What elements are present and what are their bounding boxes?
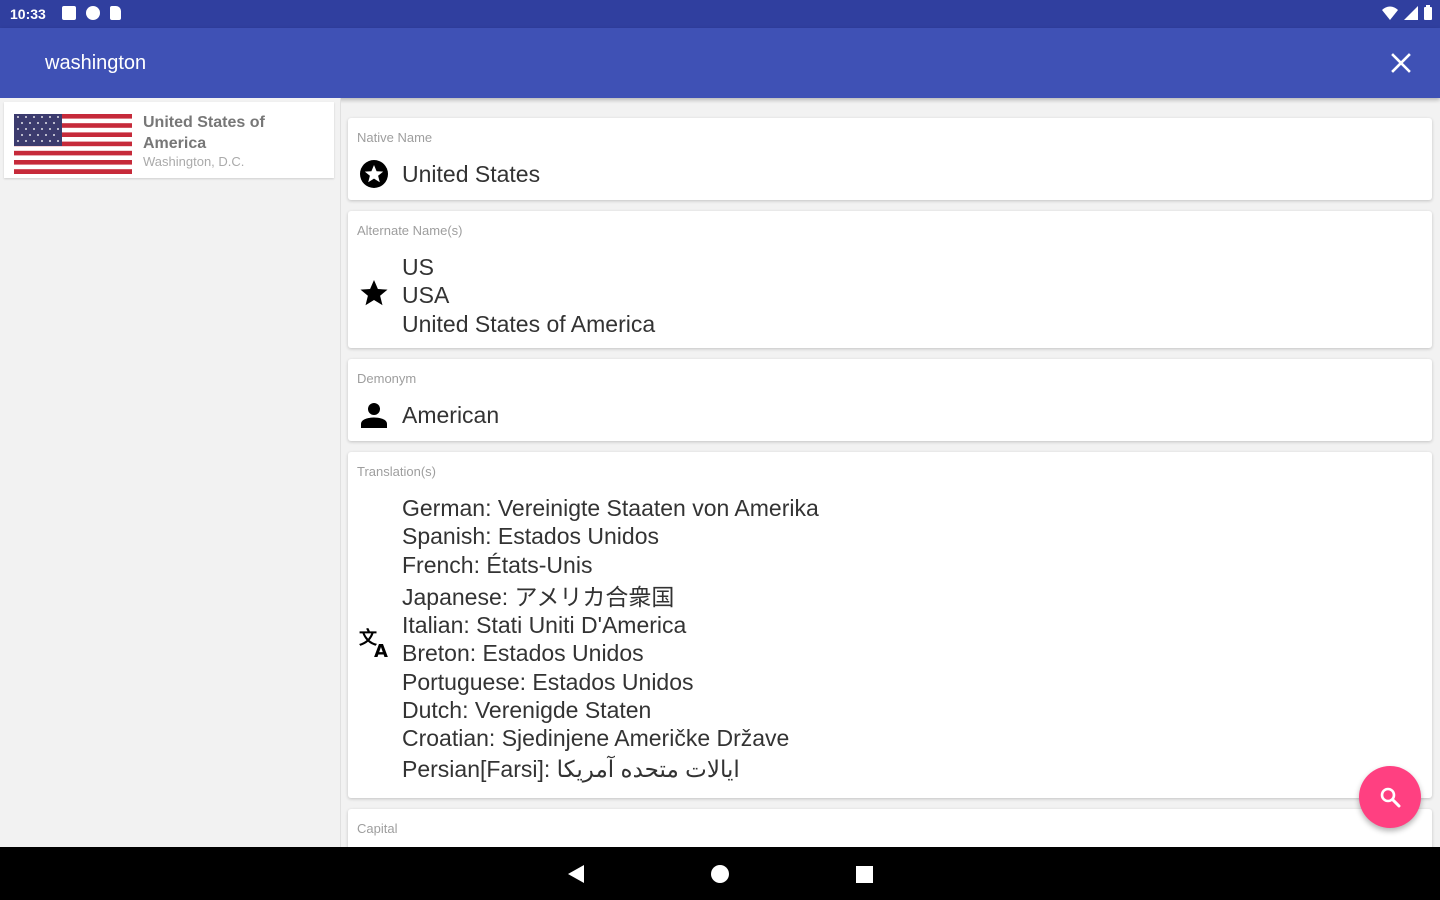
- list-item: United States of America: [402, 310, 656, 337]
- native-name-value: United States: [402, 160, 540, 188]
- back-triangle-icon: [568, 865, 584, 883]
- us-flag-icon: [14, 114, 132, 174]
- native-name-text: United States: [402, 161, 541, 187]
- svg-text:A: A: [374, 641, 388, 659]
- sd-card-icon: [110, 6, 121, 20]
- status-bar: 10:33: [0, 0, 1440, 28]
- battery-icon: [1424, 5, 1432, 20]
- home-circle-icon: [711, 865, 729, 883]
- navigation-bar: [0, 847, 1440, 900]
- list-item[interactable]: United States of America Washington, D.C…: [4, 102, 334, 178]
- search-fab-button[interactable]: [1359, 766, 1421, 828]
- app-bar: washington: [0, 28, 1440, 98]
- search-input[interactable]: washington: [45, 52, 146, 75]
- back-button[interactable]: [565, 863, 587, 885]
- demonym-text: American: [402, 402, 500, 428]
- list-item: Japanese: アメリカ合衆国: [402, 583, 675, 610]
- star-icon: [360, 280, 388, 306]
- country-capital: Washington, D.C.: [143, 154, 245, 169]
- person-icon: [361, 403, 387, 428]
- list-item: USA: [402, 282, 450, 309]
- country-name: United States of America: [143, 114, 265, 152]
- capital-card: Capital: [348, 809, 1432, 847]
- notification-icon: [62, 6, 76, 20]
- translate-icon: 文 A: [359, 627, 388, 659]
- signal-icon: [1404, 5, 1418, 20]
- demonym-label: Demonym: [357, 371, 417, 386]
- wifi-icon: [1382, 6, 1398, 20]
- list-item: Italian: Stati Uniti D'America: [402, 612, 687, 639]
- translations-list: German: Vereinigte Staaten von Amerika S…: [402, 494, 819, 783]
- list-item: Croatian: Sjedinjene Američke Države: [402, 725, 790, 752]
- demonym-card: Demonym American: [348, 359, 1432, 441]
- emblem-star-icon: [360, 160, 388, 188]
- list-item: Breton: Estados Unidos: [402, 640, 644, 667]
- list-item: Dutch: Verenigde Staten: [402, 697, 652, 724]
- notification-icons: [62, 6, 121, 20]
- list-item: US: [402, 254, 434, 280]
- close-icon: [1391, 53, 1411, 73]
- status-time: 10:33: [10, 6, 46, 22]
- list-item: Spanish: Estados Unidos: [402, 523, 659, 550]
- country-list: United States of America Washington, D.C…: [0, 98, 341, 847]
- list-item: German: Vereinigte Staaten von Amerika: [402, 495, 819, 521]
- list-item: Portuguese: Estados Unidos: [402, 668, 694, 695]
- system-icons: [1382, 5, 1432, 20]
- recents-button[interactable]: [853, 863, 875, 885]
- search-icon: [1380, 787, 1401, 808]
- native-name-label: Native Name: [357, 130, 433, 145]
- list-item: Persian[Farsi]: ایالات متحده آمریکا: [402, 755, 740, 782]
- alternate-names-card: Alternate Name(s) US USA United States o…: [348, 211, 1432, 348]
- capital-label: Capital: [357, 821, 398, 836]
- translations-card: Translation(s) 文 A German: Vereinigte St…: [348, 452, 1432, 798]
- home-button[interactable]: [709, 863, 731, 885]
- native-name-card: Native Name United States: [348, 118, 1432, 200]
- app-notification-icon: [86, 6, 100, 20]
- country-details: Native Name United States Alternate Name…: [341, 98, 1440, 847]
- close-search-button[interactable]: [1388, 50, 1414, 76]
- recents-square-icon: [856, 866, 873, 883]
- alternate-names-list: US USA United States of America: [402, 253, 655, 338]
- alternate-names-label: Alternate Name(s): [357, 223, 463, 238]
- list-item: French: États-Unis: [402, 551, 593, 578]
- translations-label: Translation(s): [357, 464, 436, 479]
- demonym-value: American: [402, 401, 499, 429]
